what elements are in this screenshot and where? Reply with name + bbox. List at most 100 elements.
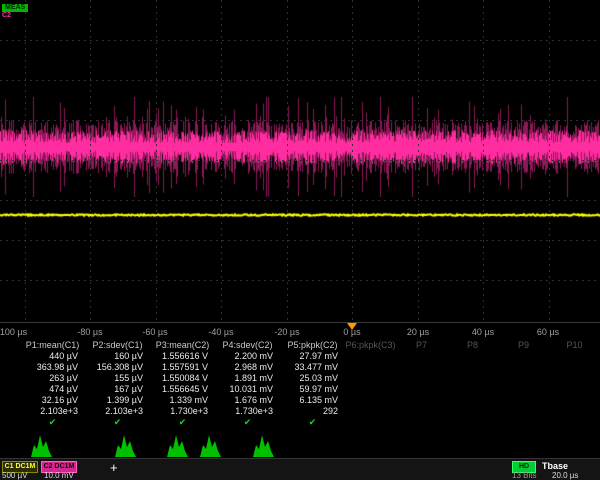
bottom-bar: C1 DC1M C2 DC1M 500 µV 10.0 mV + HD Tbas… [0,458,600,480]
grid-line-vertical [25,0,26,322]
c2-scale: 10.0 mV [44,471,74,480]
measure-param-header[interactable]: P2:sdev(C1) [85,340,150,351]
time-axis-label: 40 µs [472,327,494,337]
grid-line-vertical [156,0,157,322]
measure-value-cell [345,406,396,417]
histogram-icon [252,432,276,458]
c2-coupling: DC1M [55,463,75,470]
measure-value-cell: 27.97 mV [280,351,345,362]
measure-column: P6:pkpk(C3) [345,340,396,428]
measure-column: P10 [549,340,600,428]
time-axis-label: -40 µs [208,327,233,337]
measure-value-cell [498,362,549,373]
histogram-icon [166,432,190,458]
measure-param-header[interactable]: P8 [447,340,498,351]
measure-column: P9 [498,340,549,428]
measure-value-cell [447,362,498,373]
measure-value-cell: 155 µV [85,373,150,384]
measure-value-cell [549,384,600,395]
grid-line-horizontal [0,280,600,281]
grid-line-vertical [549,0,550,322]
measure-value-cell [549,395,600,406]
measure-value-cell [447,406,498,417]
measure-param-header[interactable]: P6:pkpk(C3) [345,340,396,351]
measure-value-cell [345,351,396,362]
measure-column: P3:mean(C2)1.556616 V1.557591 V1.550084 … [150,340,215,428]
measure-table: P1:mean(C1)440 µV363.98 µV263 µV474 µV32… [20,340,600,428]
histogram-icon [30,432,54,458]
time-axis-label: 0 µs [343,327,360,337]
time-axis: -100 µs-80 µs-60 µs-40 µs-20 µs0 µs20 µs… [0,322,600,340]
measure-value-cell: 1.557591 V [150,362,215,373]
measure-value-cell: 2.103e+3 [20,406,85,417]
measure-value-cell [447,373,498,384]
adc-bits-label: 13 Bits [512,471,536,480]
tbase-value[interactable]: 20.0 µs [552,471,578,480]
measure-value-cell [396,373,447,384]
measure-value-cell: 167 µV [85,384,150,395]
measure-value-cell: 1.730e+3 [150,406,215,417]
measure-status-check [345,417,396,428]
measure-column: P5:pkpk(C2)27.97 mV33.477 mV25.03 mV59.9… [280,340,345,428]
time-axis-label: 20 µs [407,327,429,337]
measure-value-cell: 2.968 mV [215,362,280,373]
measure-param-header[interactable]: P10 [549,340,600,351]
measure-value-cell: 32.16 µV [20,395,85,406]
measure-value-cell [447,395,498,406]
measure-value-cell: 1.556645 V [150,384,215,395]
grid-line-vertical [90,0,91,322]
measure-status-check [447,417,498,428]
grid-line-vertical [483,0,484,322]
measure-value-cell [447,351,498,362]
measure-param-header[interactable]: P5:pkpk(C2) [280,340,345,351]
tbase-label[interactable]: Tbase [542,461,568,471]
measure-value-cell: 59.97 mV [280,384,345,395]
measure-column: P7 [396,340,447,428]
grid-line-horizontal [0,80,600,81]
measure-value-cell [345,373,396,384]
measure-value-cell: 156.308 µV [85,362,150,373]
time-axis-label: -60 µs [142,327,167,337]
measure-value-cell [498,351,549,362]
measure-value-cell [396,362,447,373]
measure-value-cell [345,395,396,406]
measure-value-cell: 33.477 mV [280,362,345,373]
time-axis-label: -80 µs [77,327,102,337]
measure-param-header[interactable]: P1:mean(C1) [20,340,85,351]
measure-value-cell: 2.103e+3 [85,406,150,417]
measure-value-cell [549,373,600,384]
measure-value-cell: 160 µV [85,351,150,362]
measure-param-header[interactable]: P7 [396,340,447,351]
measure-column: P2:sdev(C1)160 µV156.308 µV155 µV167 µV1… [85,340,150,428]
measure-value-cell: 1.730e+3 [215,406,280,417]
c1-scale: 500 µV [2,471,28,480]
measure-value-cell [396,351,447,362]
measure-value-cell: 363.98 µV [20,362,85,373]
measure-value-cell [549,406,600,417]
measure-param-header[interactable]: P9 [498,340,549,351]
time-axis-label: 60 µs [537,327,559,337]
measure-value-cell [498,384,549,395]
c2-trace-label: C2 [2,12,28,20]
measure-param-header[interactable]: P3:mean(C2) [150,340,215,351]
measure-param-header[interactable]: P4:sdev(C2) [215,340,280,351]
measure-status-check: ✔ [85,417,150,428]
measure-value-cell: 440 µV [20,351,85,362]
measure-value-cell [447,384,498,395]
measure-value-cell: 1.339 mV [150,395,215,406]
grid-line-vertical [352,0,353,322]
measure-value-cell: 1.550084 V [150,373,215,384]
measure-value-cell [498,373,549,384]
add-trace-button[interactable]: + [110,460,118,475]
measure-value-cell [549,351,600,362]
measure-column: P8 [447,340,498,428]
measure-value-cell: 292 [280,406,345,417]
c1-label: C1 [5,463,14,470]
graticule: MEAS C2 [0,0,600,322]
measure-value-cell: 263 µV [20,373,85,384]
measure-value-cell: 1.399 µV [85,395,150,406]
c1-coupling: DC1M [16,463,36,470]
measure-value-cell: 6.135 mV [280,395,345,406]
measure-value-cell [396,395,447,406]
measure-column: P1:mean(C1)440 µV363.98 µV263 µV474 µV32… [20,340,85,428]
